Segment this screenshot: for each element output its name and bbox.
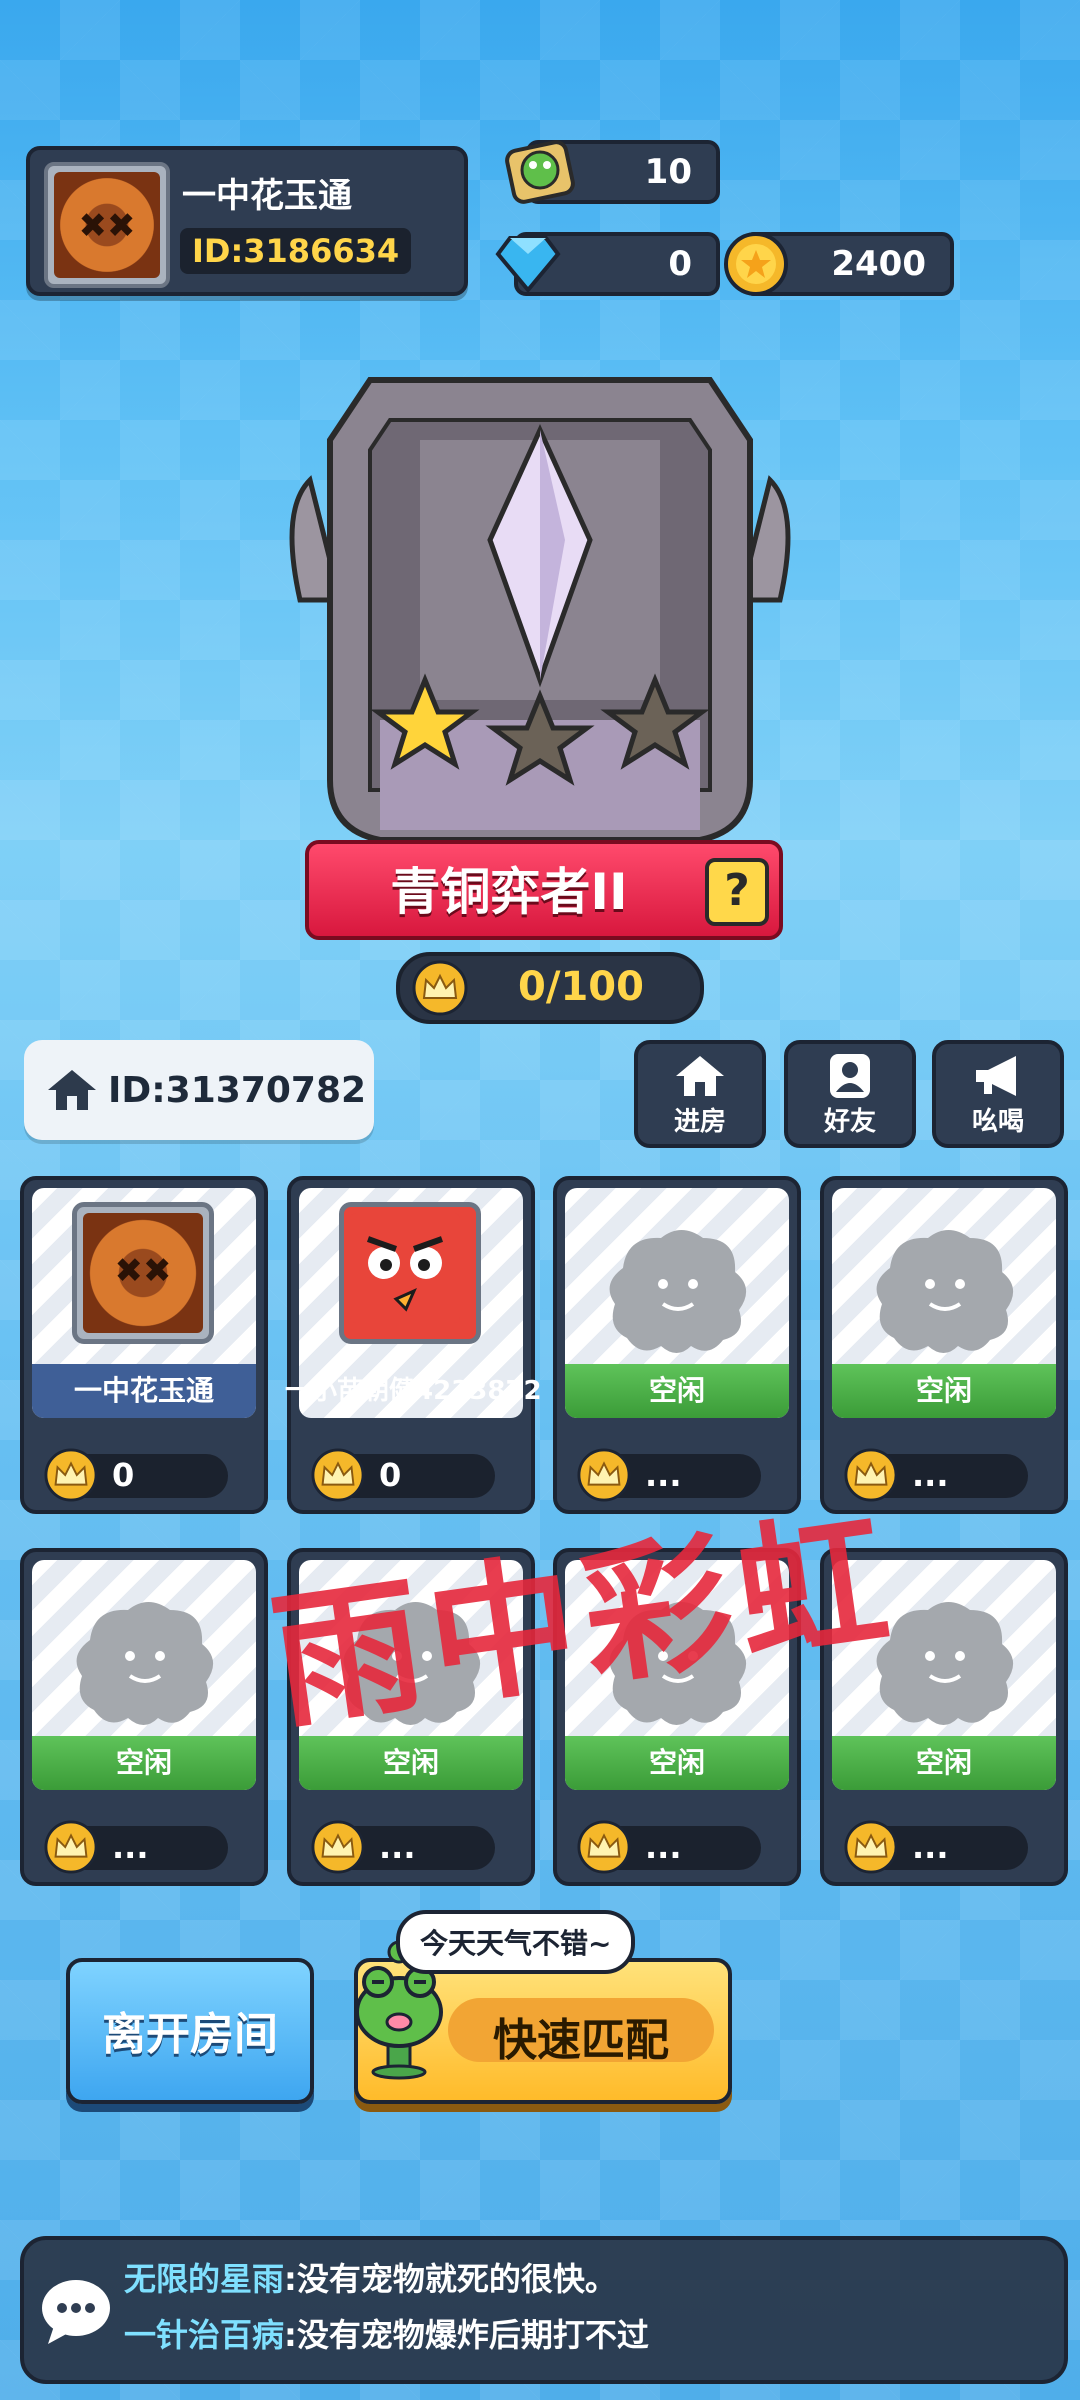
player-id: ID:3186634 (180, 228, 412, 274)
seat-score: ... (844, 1448, 1028, 1502)
seat-3[interactable]: 空闲 ... (553, 1176, 801, 1514)
crown-icon (412, 960, 468, 1016)
house-icon (676, 1056, 724, 1096)
seat-score: ... (311, 1820, 495, 1874)
seat-score: 0 (44, 1448, 228, 1502)
leave-room-label: 离开房间 (102, 2009, 278, 2060)
coin-value: 2400 (831, 244, 926, 284)
avatar (339, 1202, 481, 1344)
crown-icon (44, 1820, 98, 1874)
chat-bubble-icon (42, 2280, 110, 2344)
seat-2[interactable]: 一小苗朝健4233872 0 (285, 1176, 542, 1514)
empty-seat-ghost-icon (609, 1230, 747, 1353)
seat-player-name: 一中花玉通 (32, 1364, 256, 1418)
room-id-text: ID:31370782 (108, 1070, 367, 1111)
coin-counter[interactable]: 2400 (724, 232, 954, 296)
frog-token-counter[interactable]: 10 (505, 140, 720, 204)
seat-status: 空闲 (832, 1364, 1056, 1418)
chat-panel[interactable]: 无限的星雨:没有宠物就死的很快。 一针治百病:没有宠物爆炸后期打不过 (20, 2236, 1068, 2384)
rank-help-button[interactable]: ? (705, 858, 769, 926)
friends-button[interactable]: 好友 (784, 1040, 916, 1148)
leave-room-button[interactable]: 离开房间 (66, 1958, 314, 2104)
enter-room-label: 进房 (673, 1107, 726, 1137)
crown-icon (311, 1448, 365, 1502)
seat-score: 0 (311, 1448, 495, 1502)
profile-panel[interactable]: ✖✖ 一中花玉通 ID:3186634 (26, 146, 468, 296)
rank-title: 青铜弈者II (390, 863, 628, 921)
crown-icon (311, 1820, 365, 1874)
quick-match-label-bg: 快速匹配 (448, 1998, 714, 2066)
quick-match-button[interactable]: 快速匹配 (354, 1940, 732, 2104)
seat-status: 空闲 (832, 1736, 1056, 1790)
shout-label: 吆喝 (971, 1107, 1024, 1137)
seat-score-value: ... (379, 1828, 416, 1866)
room-id-box[interactable]: ID:31370782 (24, 1040, 374, 1140)
seat-score-value: 0 (379, 1456, 402, 1494)
chat-message: 无限的星雨:没有宠物就死的很快。 (124, 2254, 617, 2300)
seat-player-name: 一小苗朝健4233872 (285, 1376, 542, 1406)
enter-room-button[interactable]: 进房 (634, 1040, 766, 1148)
angry-face-icon: ✖✖ (114, 1251, 172, 1292)
seat-score-value: ... (112, 1828, 149, 1866)
seat-score: ... (577, 1820, 761, 1874)
frog-token-icon (505, 140, 575, 204)
house-icon (48, 1070, 96, 1110)
red-block-face-icon (350, 1213, 460, 1323)
diamond-counter[interactable]: 0 (495, 232, 720, 296)
rank-banner: 青铜弈者II ? (305, 840, 783, 940)
chat-message: 一针治百病:没有宠物爆炸后期打不过 (124, 2310, 649, 2356)
seat-status: 空闲 (32, 1736, 256, 1790)
diamond-icon (495, 236, 561, 294)
player-name: 一中花玉通 (182, 176, 352, 216)
friends-label: 好友 (823, 1107, 876, 1137)
crown-icon (577, 1820, 631, 1874)
seat-status: 空闲 (565, 1364, 789, 1418)
quick-match-label: 快速匹配 (493, 2015, 669, 2066)
crown-icon (844, 1820, 898, 1874)
megaphone-icon (976, 1056, 1016, 1096)
chat-user: 一针治百病 (124, 2316, 285, 2354)
speech-bubble: 今天天气不错~ (396, 1910, 636, 1974)
seat-score: ... (44, 1820, 228, 1874)
seat-score-value: ... (645, 1828, 682, 1866)
coin-icon (724, 232, 788, 296)
angry-face-icon: ✖✖ (78, 205, 136, 246)
seat-score-value: ... (912, 1828, 949, 1866)
rank-progress-value: 0/100 (518, 964, 644, 1010)
frog-token-value: 10 (644, 152, 692, 192)
empty-seat-ghost-icon (876, 1230, 1014, 1353)
seat-5[interactable]: 空闲 ... (20, 1548, 268, 1886)
avatar: ✖✖ (72, 1202, 214, 1344)
seat-score-value: ... (912, 1456, 949, 1494)
chat-text: :没有宠物爆炸后期打不过 (284, 2316, 649, 2354)
friend-icon (830, 1054, 870, 1098)
chat-user: 无限的星雨 (124, 2260, 285, 2298)
seat-score: ... (844, 1820, 1028, 1874)
chat-text: :没有宠物就死的很快。 (284, 2260, 617, 2298)
seat-score-value: 0 (112, 1456, 135, 1494)
seat-status: 空闲 (565, 1736, 789, 1790)
rank-progress: 0/100 (396, 952, 704, 1024)
empty-seat-ghost-icon (76, 1602, 214, 1725)
avatar[interactable]: ✖✖ (44, 162, 170, 288)
crown-icon (44, 1448, 98, 1502)
seat-1[interactable]: ✖✖ 一中花玉通 0 (20, 1176, 268, 1514)
diamond-value: 0 (668, 244, 692, 284)
shout-button[interactable]: 吆喝 (932, 1040, 1064, 1148)
